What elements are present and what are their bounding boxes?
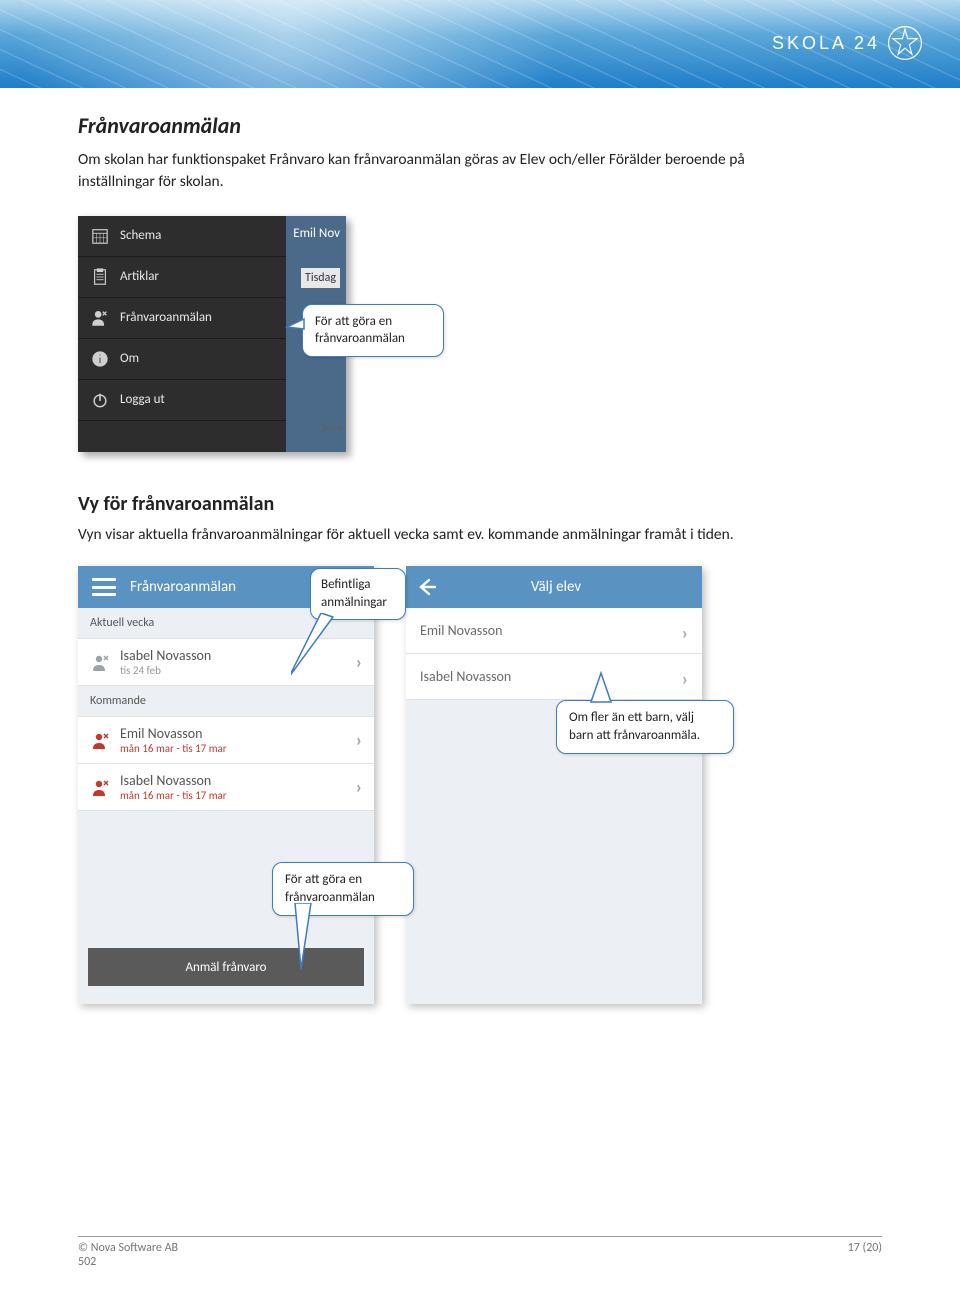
star-icon [886,24,924,62]
footer-page-number: 17 (20) [848,1241,882,1269]
screenshots-row: Frånvaroanmälan Aktuell vecka Isabel Nov… [78,566,882,1036]
chevron-right-icon: › [356,651,362,673]
sidebar-item-logga-ut[interactable]: Logga ut [78,380,286,421]
item-date: mån 16 mar - tis 17 mar [120,789,227,802]
person-x-icon [90,777,110,797]
power-icon [90,390,110,410]
phone-title: Välj elev [440,578,672,596]
sidebar-menu: Schema Artiklar Frånvaroanmälan [78,216,286,452]
list-item[interactable]: Emil Novasson › [406,608,702,654]
sidebar-item-label: Artiklar [120,269,159,284]
sidebar-item-franvaro[interactable]: Frånvaroanmälan [78,298,286,339]
phone-title: Frånvaroanmälan [130,578,236,596]
screenshot-valj-elev: Välj elev Emil Novasson › Isabel Novasso… [406,566,702,1004]
chevron-right-icon: › [356,729,362,751]
item-name: Isabel Novasson [120,772,227,789]
item-date: tis 24 feb [120,664,211,677]
section-title-vy: Vy för frånvaroanmälan [78,492,882,516]
list-item[interactable]: Isabel Novasson mån 16 mar - tis 17 mar … [78,764,374,811]
page-footer: © Nova Software AB 502 17 (20) [0,1237,960,1283]
item-name: Emil Novasson [420,622,502,639]
section-lead-1: Om skolan har funktionspaket Frånvaro ka… [78,149,778,194]
sidebar-item-label: Om [120,351,139,366]
item-name: Isabel Novasson [120,647,211,664]
section-lead-2: Vyn visar aktuella frånvaroanmälningar f… [78,524,778,546]
callout-tail-icon [585,671,625,703]
sidebar-item-schema[interactable]: Schema [78,216,286,257]
sidebar-item-artiklar[interactable]: Artiklar [78,257,286,298]
list-item[interactable]: Isabel Novasson › [406,654,702,700]
page-banner: SKOLA 24 [0,0,960,88]
footer-code: 502 [78,1255,178,1269]
item-name: Isabel Novasson [420,668,511,685]
callout-tail-icon [287,903,323,973]
callout-franvaro-menu: För att göra en frånvaroanmälan [302,304,444,357]
phone-header-right: Välj elev [406,566,702,608]
chevron-right-icon: › [356,776,362,798]
callout-befintliga: Befintliga anmälningar [310,568,406,619]
sidebar-item-label: Schema [120,228,161,243]
chevron-right-icon: › [682,668,688,690]
footer-copyright: © Nova Software AB [78,1241,178,1255]
callout-anmal: För att göra en frånvaroanmälan [272,862,414,915]
section-title-franvaro: Frånvaroanmälan [78,112,882,139]
hamburger-icon[interactable] [92,578,116,596]
person-x-icon [90,730,110,750]
item-date: mån 16 mar - tis 17 mar [120,742,227,755]
skola24-logo: SKOLA 24 [772,24,924,62]
clipboard-icon [90,267,110,287]
screenshot-1-container: Emil Nov Tisdag Susa Schema Artiklar [78,216,882,452]
back-icon[interactable] [412,576,440,598]
person-x-icon [90,308,110,328]
logo-text: SKOLA 24 [772,33,880,54]
underlay-susa: Susa [322,421,342,434]
info-icon [90,349,110,369]
item-name: Emil Novasson [120,725,227,742]
sidebar-item-empty [78,421,286,451]
calendar-icon [90,226,110,246]
person-x-icon [90,652,110,672]
callout-tail-icon [285,315,305,333]
sidebar-item-label: Logga ut [120,392,165,407]
sidebar-item-label: Frånvaroanmälan [120,310,212,325]
callout-tail-icon [291,613,351,683]
list-item[interactable]: Emil Novasson mån 16 mar - tis 17 mar › [78,716,374,764]
underlay-day: Tisdag [301,268,340,288]
sidebar-item-om[interactable]: Om [78,339,286,380]
underlay-name: Emil Nov [293,226,340,241]
section-kommande: Kommande [78,686,374,716]
callout-barn: Om fler än ett barn, välj barn att frånv… [556,700,734,753]
chevron-right-icon: › [682,622,688,644]
